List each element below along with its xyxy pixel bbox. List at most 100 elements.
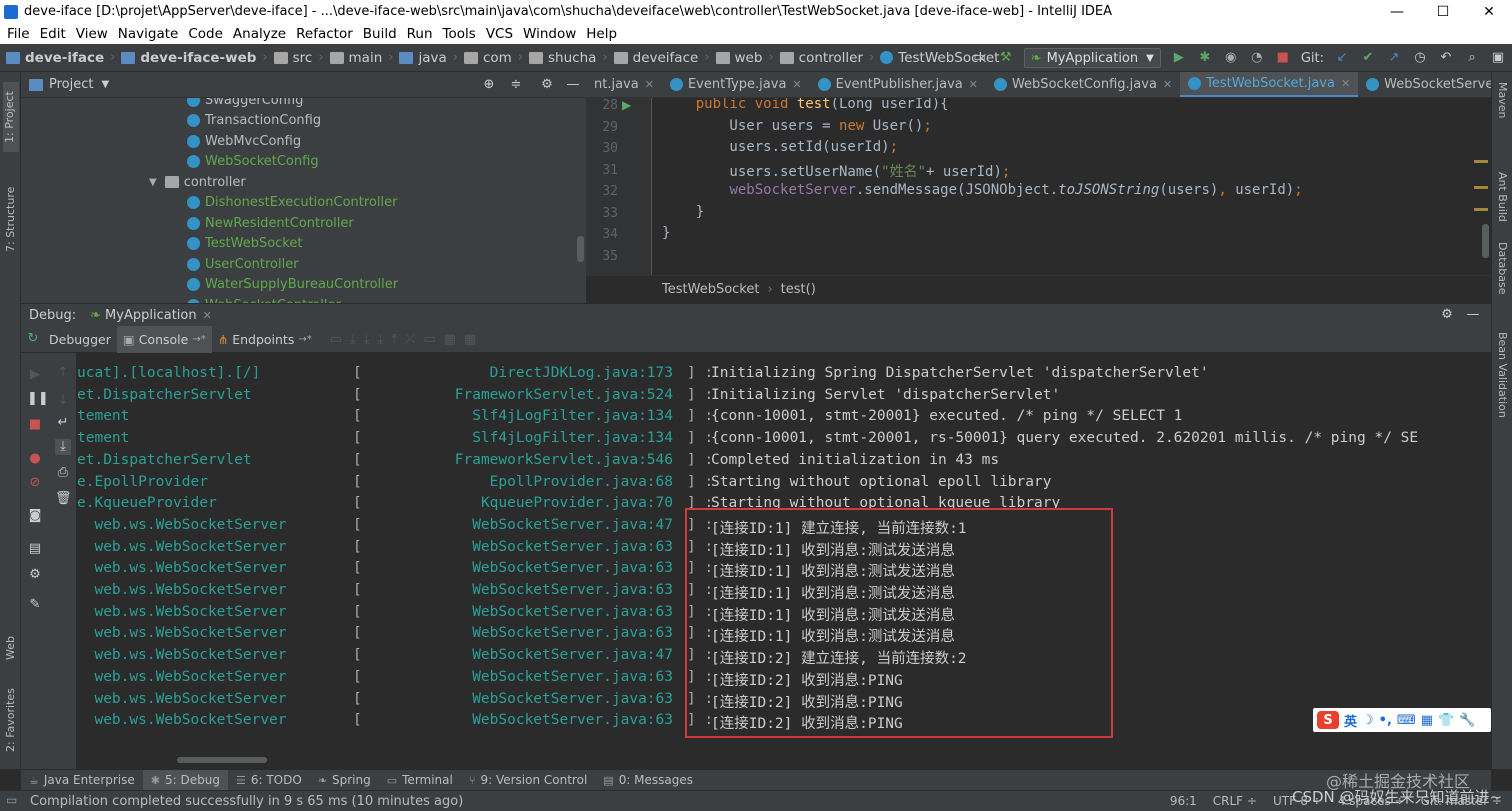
menu-edit[interactable]: Edit: [37, 26, 73, 42]
rerun-icon[interactable]: ↻: [25, 331, 41, 347]
menu-code[interactable]: Code: [185, 26, 230, 42]
console-line[interactable]: tement[Slf4jLogFilter.java:134] : {conn-1…: [77, 408, 1491, 430]
code-line[interactable]: }: [662, 204, 704, 220]
console-line[interactable]: e.EpollProvider[EpollProvider.java:68] :…: [77, 474, 1491, 496]
view-breakpoints-icon[interactable]: ●: [27, 451, 43, 467]
profile-icon[interactable]: ◔: [1249, 50, 1265, 66]
punctuation-icon[interactable]: •,: [1379, 713, 1392, 728]
source-file-link[interactable]: WebSocketServer.java:63: [361, 604, 673, 620]
layout-icon[interactable]: ▣: [1490, 50, 1506, 66]
tree-item[interactable]: TestWebSocket: [187, 234, 302, 254]
source-file-link[interactable]: FrameworkServlet.java:546: [361, 452, 673, 468]
tab-console[interactable]: ▣ Console →*: [116, 325, 212, 353]
editor-tab[interactable]: WebSocketConfig.java ✕: [986, 72, 1180, 97]
menu-build[interactable]: Build: [360, 26, 404, 42]
source-file-link[interactable]: WebSocketServer.java:63: [361, 560, 673, 576]
up-icon[interactable]: ↑: [55, 365, 71, 381]
close-icon[interactable]: ✕: [792, 78, 801, 91]
breadcrumb-item[interactable]: controller: [779, 50, 863, 66]
run-gutter-icon[interactable]: ▶: [622, 98, 631, 112]
code-line[interactable]: users.setUserName("姓名"+ userId);: [662, 161, 1010, 181]
source-file-link[interactable]: EpollProvider.java:68: [361, 474, 673, 490]
menu-run[interactable]: Run: [404, 26, 440, 42]
status-layout-icon[interactable]: ▭: [6, 793, 17, 807]
console-line[interactable]: et.DispatcherServlet[FrameworkServlet.ja…: [77, 452, 1491, 474]
tree-item[interactable]: WebSocketController: [187, 295, 341, 303]
favorites-tool-tab[interactable]: 2: Favorites: [4, 682, 17, 752]
tree-item[interactable]: NewResidentController: [187, 213, 354, 233]
tab-endpoints[interactable]: ⋔ Endpoints →*: [212, 326, 318, 353]
ant-build-tool-tab[interactable]: Ant Build: [1496, 172, 1509, 222]
menu-refactor[interactable]: Refactor: [293, 26, 360, 42]
source-file-link[interactable]: KqueueProvider.java:70: [361, 495, 673, 511]
bottom-tab[interactable]: ▤ 0: Messages: [595, 770, 701, 791]
stop-icon[interactable]: ■: [27, 417, 43, 433]
caret-position[interactable]: 96:1: [1170, 794, 1197, 808]
tree-item[interactable]: SwaggerConfig: [187, 98, 303, 110]
clear-all-icon[interactable]: 🗑: [55, 491, 72, 507]
database-tool-tab[interactable]: Database: [1496, 242, 1509, 295]
editor-breadcrumb-class[interactable]: TestWebSocket: [662, 282, 759, 297]
hide-panel-icon[interactable]: —: [1465, 307, 1481, 323]
breadcrumb-item[interactable]: com: [463, 50, 512, 66]
collapse-icon[interactable]: ≑: [508, 77, 524, 93]
bottom-tab[interactable]: ☕ Java Enterprise: [21, 770, 143, 791]
close-icon[interactable]: ✕: [1163, 78, 1172, 91]
git-update-icon[interactable]: ↙: [1334, 50, 1350, 66]
camera-icon[interactable]: ◙: [27, 508, 43, 524]
breadcrumb-item[interactable]: deveiface: [613, 50, 698, 66]
code-line[interactable]: User users = new User();: [662, 118, 931, 134]
chevron-down-icon[interactable]: ▼: [101, 79, 109, 90]
tree-folder[interactable]: ▼ controller: [149, 172, 246, 192]
resume-icon[interactable]: ▶: [27, 367, 43, 383]
bottom-tab[interactable]: ▭ Terminal: [379, 770, 461, 791]
source-file-link[interactable]: DirectJDKLog.java:173: [361, 365, 673, 381]
breadcrumb-item[interactable]: src: [273, 50, 312, 66]
debug-icon[interactable]: ✱: [1197, 50, 1213, 66]
expand-arrow-icon[interactable]: ▼: [149, 177, 157, 188]
breadcrumb-item[interactable]: web: [715, 50, 762, 66]
tree-item[interactable]: WaterSupplyBureauController: [187, 275, 398, 295]
maximize-button[interactable]: ☐: [1420, 4, 1466, 20]
console-line[interactable]: et.DispatcherServlet[FrameworkServlet.ja…: [77, 387, 1491, 409]
tree-scrollbar[interactable]: [577, 236, 584, 262]
code-editor[interactable]: ▶ 28 29 30 31 32 33 34 35 public void test(Long…: [586, 98, 1491, 275]
toolbox-icon[interactable]: ▦: [1421, 713, 1433, 728]
bottom-tab[interactable]: ✱ 5: Debug: [142, 769, 228, 791]
down-icon[interactable]: ↓: [55, 393, 71, 409]
mute-breakpoints-icon[interactable]: ⊘: [27, 475, 43, 491]
source-file-link[interactable]: Slf4jLogFilter.java:134: [361, 408, 673, 424]
bottom-tab[interactable]: ☰ 6: TODO: [228, 770, 310, 791]
close-icon[interactable]: ✕: [969, 78, 978, 91]
editor-breadcrumb-method[interactable]: test(): [781, 282, 816, 297]
menu-navigate[interactable]: Navigate: [115, 26, 186, 42]
console-h-scrollbar[interactable]: [177, 757, 267, 763]
menu-analyze[interactable]: Analyze: [230, 26, 293, 42]
close-icon[interactable]: ✕: [1341, 77, 1350, 90]
menu-help[interactable]: Help: [583, 26, 624, 42]
pause-icon[interactable]: ❚❚: [27, 391, 49, 407]
menu-vcs[interactable]: VCS: [483, 26, 520, 42]
hide-panel-icon[interactable]: —: [565, 77, 581, 93]
print-icon[interactable]: ⎙: [55, 465, 71, 481]
source-file-link[interactable]: FrameworkServlet.java:524: [361, 387, 673, 403]
tree-item[interactable]: TransactionConfig: [187, 111, 321, 131]
menu-file[interactable]: File: [4, 26, 37, 42]
git-commit-icon[interactable]: ✔: [1360, 50, 1376, 66]
git-push-icon[interactable]: ↗: [1386, 50, 1402, 66]
web-tool-tab[interactable]: Web: [4, 620, 17, 660]
pin-icon[interactable]: ✎: [27, 597, 43, 613]
stop-icon[interactable]: ■: [1275, 50, 1291, 66]
menu-tools[interactable]: Tools: [440, 26, 483, 42]
tree-item[interactable]: WebMvcConfig: [187, 131, 301, 151]
ime-toolbar[interactable]: S 英 ☽ •, ⌨ ▦ 👕 🔧: [1313, 708, 1491, 732]
layout-icon[interactable]: ▤: [27, 541, 43, 557]
source-file-link[interactable]: WebSocketServer.java:63: [361, 669, 673, 685]
project-panel-title[interactable]: Project: [49, 77, 93, 92]
editor-tab[interactable]: EventType.java ✕: [662, 72, 810, 97]
breadcrumb-item[interactable]: deve-iface: [6, 50, 104, 66]
code-line[interactable]: webSocketServer.sendMessage(JSONObject.t…: [662, 182, 1302, 198]
source-file-link[interactable]: WebSocketServer.java:63: [361, 582, 673, 598]
history-icon[interactable]: ◷: [1412, 50, 1428, 66]
close-icon[interactable]: ✕: [645, 78, 654, 91]
